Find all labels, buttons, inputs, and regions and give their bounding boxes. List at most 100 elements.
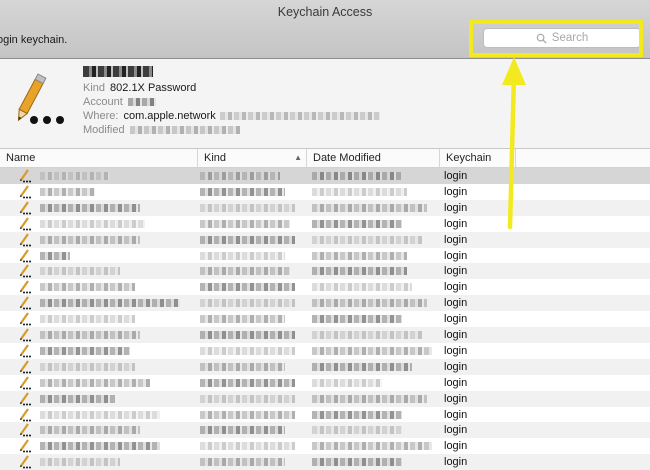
date-cell-redacted <box>312 346 432 355</box>
kind-cell-redacted <box>200 362 285 371</box>
name-cell-redacted <box>40 394 115 403</box>
table-row[interactable]: login <box>0 199 650 216</box>
date-cell-redacted <box>312 458 402 467</box>
where-value: com.apple.network <box>123 110 216 122</box>
name-cell-redacted <box>40 410 160 419</box>
date-cell-redacted <box>312 251 407 260</box>
table-row[interactable]: login <box>0 311 650 328</box>
name-cell-redacted <box>40 267 120 276</box>
table-row[interactable]: login <box>0 327 650 343</box>
table-row[interactable]: login <box>0 215 650 232</box>
search-field[interactable]: Search <box>483 28 641 48</box>
keychain-cell: login <box>444 329 468 341</box>
name-cell-redacted <box>40 203 140 212</box>
kind-cell-redacted <box>200 219 290 228</box>
pencil-ellipsis-icon <box>19 360 31 374</box>
pencil-ellipsis-icon <box>19 344 31 358</box>
kind-cell-redacted <box>200 378 295 387</box>
name-cell-redacted <box>40 426 140 435</box>
item-detail-panel: Kind 802.1X Password Account Where: com.… <box>0 59 650 149</box>
keychain-cell: login <box>444 170 468 182</box>
kind-cell-redacted <box>200 251 285 260</box>
table-row[interactable]: login <box>0 183 650 200</box>
date-cell-redacted <box>312 410 402 419</box>
table-row[interactable]: login <box>0 295 650 312</box>
date-cell-redacted <box>312 187 407 196</box>
column-header-name[interactable]: Name <box>0 149 198 167</box>
column-header-date-modified[interactable]: Date Modified <box>307 149 440 167</box>
keychain-cell: login <box>444 440 468 453</box>
table-row[interactable]: login <box>0 374 650 391</box>
table-row[interactable]: login <box>0 231 650 248</box>
table-row[interactable]: login <box>0 247 650 264</box>
keychain-cell: login <box>444 233 468 246</box>
table-row[interactable]: login <box>0 422 650 439</box>
keychain-cell: login <box>444 392 468 405</box>
kind-cell-redacted <box>200 235 295 244</box>
kind-cell-redacted <box>200 315 285 324</box>
kind-cell-redacted <box>200 267 290 276</box>
keychain-cell: login <box>444 360 468 373</box>
pencil-ellipsis-icon <box>19 264 31 278</box>
table-row[interactable]: login <box>0 168 650 184</box>
kind-cell-redacted <box>200 331 295 339</box>
table-row[interactable]: login <box>0 406 650 423</box>
arrow-annotation <box>502 57 526 230</box>
table-row[interactable]: login <box>0 358 650 375</box>
pencil-ellipsis-icon <box>19 391 31 406</box>
date-cell-redacted <box>312 203 427 212</box>
kind-cell-redacted <box>200 346 295 355</box>
window-titlebar: Keychain Access ogin keychain. Search <box>0 0 650 59</box>
window-subtitle: ogin keychain. <box>0 34 68 46</box>
name-cell-redacted <box>40 187 95 196</box>
name-cell-redacted <box>40 251 70 260</box>
date-cell-redacted <box>312 442 432 451</box>
name-cell-redacted <box>40 458 120 467</box>
kind-cell-redacted <box>200 458 285 467</box>
date-cell-redacted <box>312 299 427 308</box>
where-field: Where: com.apple.network <box>83 110 380 122</box>
keychain-cell: login <box>444 185 468 198</box>
pencil-ellipsis-icon <box>19 407 31 421</box>
date-cell-redacted <box>312 331 422 339</box>
name-cell-redacted <box>40 219 145 228</box>
date-cell-redacted <box>312 378 382 387</box>
where-value-redacted <box>219 112 380 120</box>
keychain-cell: login <box>444 456 468 469</box>
name-cell-redacted <box>40 315 135 324</box>
search-icon <box>536 33 547 44</box>
account-value-redacted <box>127 98 156 106</box>
pencil-ellipsis-icon <box>19 217 31 231</box>
date-cell-redacted <box>312 315 402 324</box>
kind-cell-redacted <box>200 299 295 308</box>
kind-cell-redacted <box>200 283 295 292</box>
window-title: Keychain Access <box>277 5 373 19</box>
kind-cell-redacted <box>200 426 285 435</box>
table-row[interactable]: login <box>0 342 650 359</box>
table-row[interactable]: login <box>0 263 650 280</box>
name-cell-redacted <box>40 299 180 308</box>
keychain-cell: login <box>444 217 468 230</box>
kind-cell-redacted <box>200 410 295 419</box>
keychain-cell: login <box>444 344 468 357</box>
modified-field: Modified <box>83 124 240 136</box>
table-row[interactable]: login <box>0 454 650 470</box>
modified-value-redacted <box>129 126 240 134</box>
table-row[interactable]: login <box>0 279 650 296</box>
date-cell-redacted <box>312 172 402 180</box>
column-header-kind[interactable]: Kind ▲ <box>198 149 307 167</box>
date-cell-redacted <box>312 394 427 403</box>
name-cell-redacted <box>40 362 135 371</box>
kind-cell-redacted <box>200 442 295 451</box>
keychain-cell: login <box>444 297 468 310</box>
table-header: Name Kind ▲ Date Modified Keychain <box>0 149 650 168</box>
table-row[interactable]: login <box>0 390 650 407</box>
keychain-items-table[interactable]: login login login login login login login login… <box>0 168 650 470</box>
where-label: Where: <box>83 110 119 122</box>
pencil-ellipsis-icon <box>17 73 64 124</box>
item-name-redacted <box>83 66 153 77</box>
kind-value: 802.1X Password <box>110 82 197 94</box>
pencil-ellipsis-icon <box>19 169 31 183</box>
table-row[interactable]: login <box>0 438 650 455</box>
sort-ascending-icon: ▲ <box>294 153 302 162</box>
